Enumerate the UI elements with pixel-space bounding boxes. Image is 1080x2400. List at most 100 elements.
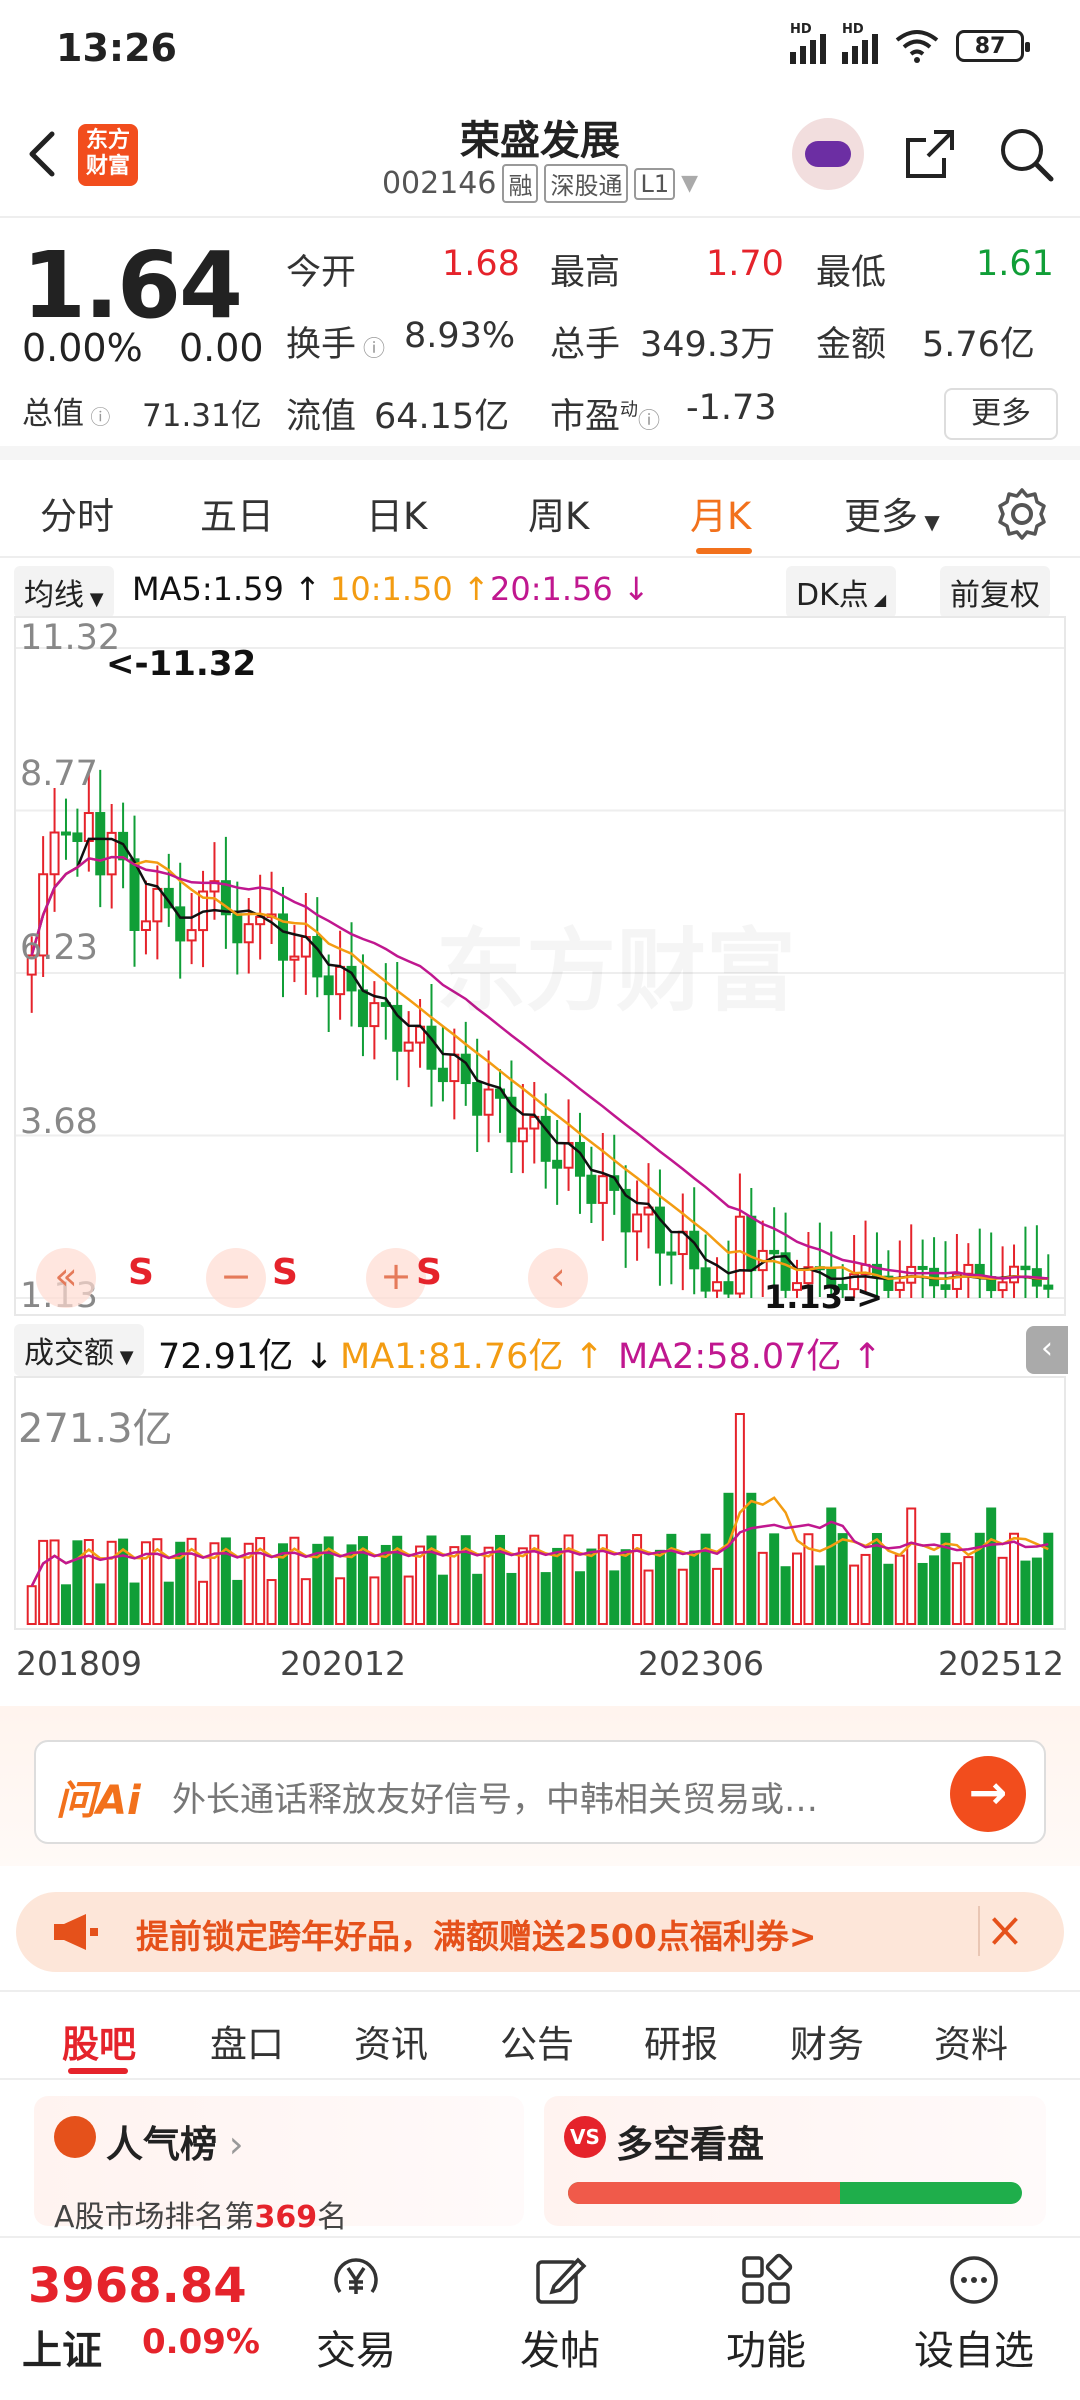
volume-bar	[746, 1492, 757, 1625]
rank-prefix: A股市场排名第	[54, 2200, 255, 2235]
index-change[interactable]: 0.09%	[142, 2322, 260, 2362]
info-icon[interactable]: ⓘ	[84, 405, 110, 429]
y-tick: 3.68	[20, 1102, 98, 1142]
tab-announcements[interactable]: 公告	[500, 2014, 574, 2068]
volume-value-text: 72.91亿	[158, 1337, 294, 1377]
tab-forum[interactable]: 股吧	[62, 2014, 136, 2068]
ai-input[interactable]: 问Ai 外长通话释放友好信号，中韩相关贸易或… →	[34, 1740, 1046, 1844]
volume-ma2-text: MA2:58.07亿	[618, 1337, 842, 1377]
chart-bar-icon	[54, 2116, 96, 2158]
dk-point-button[interactable]: DK点 ◢	[786, 566, 897, 618]
yen-coin-icon	[334, 2258, 378, 2294]
volume-bar	[997, 1556, 1008, 1625]
y-tick: 6.23	[20, 928, 98, 968]
close-icon[interactable]	[978, 1906, 1028, 1956]
tab-five-day[interactable]: 五日	[200, 486, 274, 540]
scroll-left-fast-button[interactable]: «	[36, 1248, 96, 1308]
bull-bear-card[interactable]: VS 多空看盘	[544, 2096, 1046, 2226]
volume-bar	[300, 1578, 311, 1625]
volume-bar	[986, 1507, 997, 1625]
candle-body	[369, 1002, 380, 1028]
tab-more-label: 更多	[844, 495, 918, 538]
kline-chart[interactable]: 11.32 8.77 6.23 3.68 1.13 <-11.32 1.13->…	[14, 616, 1066, 1316]
candle-body	[49, 831, 60, 876]
index-name[interactable]: 上证	[22, 2318, 102, 2376]
candle-body	[597, 1175, 608, 1204]
tab-orderbook[interactable]: 盘口	[210, 2014, 284, 2068]
tab-intraday[interactable]: 分时	[40, 486, 114, 540]
gear-icon[interactable]	[994, 486, 1050, 542]
candle-body	[140, 920, 151, 931]
volume-bar	[49, 1539, 60, 1626]
wifi-icon	[895, 30, 939, 63]
volume-bar	[906, 1507, 917, 1625]
nav-add-watchlist[interactable]: 设自选	[904, 2252, 1044, 2376]
nav-post[interactable]: 发帖	[490, 2252, 630, 2376]
mktcap-label-text: 总值	[22, 396, 84, 432]
nav-trade[interactable]: 交易	[286, 2252, 426, 2376]
candle-body	[335, 965, 346, 996]
quote-panel: 1.64 0.00% 0.00 今开 1.68 最高 1.70 最低 1.61 …	[0, 220, 1080, 460]
turnover-value: 8.93%	[404, 316, 516, 356]
volume-bar	[1031, 1557, 1042, 1625]
candle-body	[586, 1174, 597, 1204]
volume-bar	[929, 1555, 940, 1625]
info-icon[interactable]: ⓘ	[356, 337, 385, 362]
candle-body	[129, 858, 140, 931]
collapse-panel-button[interactable]: ‹	[1026, 1326, 1068, 1374]
tab-weekly-k[interactable]: 周K	[528, 486, 589, 540]
adjust-button[interactable]: 前复权	[940, 566, 1050, 618]
tab-research[interactable]: 研报	[644, 2014, 718, 2068]
volume-bar	[95, 1583, 106, 1625]
scroll-left-button[interactable]: ‹	[528, 1248, 588, 1308]
assistant-avatar[interactable]	[792, 118, 864, 190]
volume-bar	[540, 1572, 551, 1625]
zoom-out-button[interactable]: −	[206, 1248, 266, 1308]
tab-more-periods[interactable]: 更多 ▼	[844, 486, 940, 540]
volume-bar	[232, 1579, 243, 1625]
candle-body	[700, 1267, 711, 1292]
ma5-legend: MA5:1.59 ↑	[132, 570, 321, 608]
volume-bar	[951, 1562, 962, 1625]
pe-label: 市盈动ⓘ	[550, 388, 660, 439]
min-annotation: 1.13->	[764, 1278, 884, 1316]
candle-body	[517, 1127, 528, 1143]
candle-body	[997, 1281, 1008, 1292]
candle-body	[734, 1215, 745, 1295]
ai-section: 问Ai 外长通话释放友好信号，中韩相关贸易或… →	[0, 1706, 1080, 1866]
volume-chart[interactable]: 271.3亿	[14, 1376, 1066, 1630]
arrow-right-icon[interactable]: →	[950, 1756, 1026, 1832]
more-button[interactable]: 更多	[944, 388, 1058, 440]
nav-trade-label: 交易	[316, 2328, 396, 2374]
volume-bar	[72, 1540, 83, 1625]
tab-profile[interactable]: 资料	[934, 2014, 1008, 2068]
candle-body	[712, 1281, 723, 1292]
tab-daily-k[interactable]: 日K	[366, 486, 427, 540]
change-row: 0.00% 0.00	[22, 326, 264, 370]
x-label: 202306	[638, 1644, 764, 1683]
search-icon[interactable]	[996, 124, 1056, 184]
nav-functions[interactable]: 功能	[696, 2252, 836, 2376]
high-value: 1.70	[706, 244, 784, 284]
active-tab-indicator	[696, 548, 752, 554]
ai-label: 问Ai	[56, 1778, 141, 1824]
volume-bar	[894, 1554, 905, 1626]
volume-select[interactable]: 成交额 ▼	[14, 1324, 144, 1376]
volume-bar	[883, 1563, 894, 1625]
info-icon[interactable]: ⓘ	[638, 409, 660, 434]
promo-banner[interactable]: 提前锁定跨年好品，满额赠送2500点福利券>	[16, 1892, 1064, 1972]
ma-select[interactable]: 均线 ▼	[14, 566, 114, 618]
tab-monthly-k[interactable]: 月K	[690, 486, 751, 540]
volume-bar	[814, 1565, 825, 1625]
tab-news[interactable]: 资讯	[354, 2014, 428, 2068]
candle-body	[1020, 1265, 1031, 1271]
share-icon[interactable]	[900, 124, 960, 184]
tab-finance[interactable]: 财务	[790, 2014, 864, 2068]
volume-bar	[826, 1507, 837, 1625]
index-value[interactable]: 3968.84	[28, 2258, 247, 2314]
volume-svg	[26, 1413, 1054, 1626]
ma10-value: 10:1.50	[330, 570, 453, 608]
popularity-card[interactable]: 人气榜 › A股市场排名第369名	[34, 2096, 524, 2235]
candle-body	[289, 955, 300, 961]
mktcap-label: 总值 ⓘ	[22, 388, 110, 433]
